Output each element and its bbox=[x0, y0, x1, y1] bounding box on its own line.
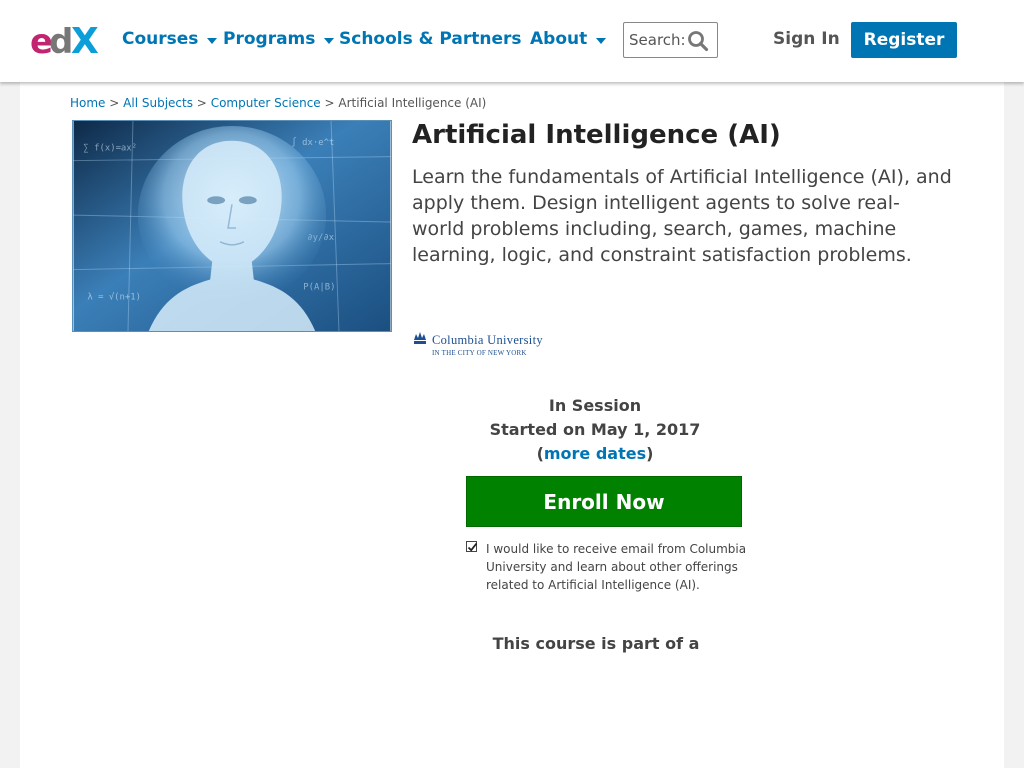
more-dates-open-paren: ( bbox=[536, 444, 544, 463]
breadcrumb-computer-science[interactable]: Computer Science bbox=[211, 96, 321, 110]
svg-text:λ = √(n+1): λ = √(n+1) bbox=[87, 291, 141, 302]
course-description: Learn the fundamentals of Artificial Int… bbox=[412, 166, 952, 266]
breadcrumb-all-subjects[interactable]: All Subjects bbox=[123, 96, 193, 110]
breadcrumb-current: Artificial Intelligence (AI) bbox=[338, 96, 487, 110]
email-consent-label: I would like to receive email from Colum… bbox=[486, 542, 747, 592]
chevron-down-icon bbox=[324, 38, 335, 44]
chevron-down-icon bbox=[207, 38, 218, 44]
edx-logo[interactable]: e d X bbox=[30, 20, 108, 60]
enroll-now-button[interactable]: Enroll Now bbox=[466, 476, 742, 527]
session-start-date: Started on May 1, 2017 bbox=[489, 420, 701, 439]
nav-schools-partners-label: Schools & Partners bbox=[339, 29, 522, 49]
register-button[interactable]: Register bbox=[851, 22, 957, 58]
session-info: In Session Started on May 1, 2017 (more … bbox=[470, 394, 720, 466]
nav-programs-label: Programs bbox=[223, 29, 316, 49]
search-label: Search: bbox=[629, 31, 686, 49]
svg-text:P(A|B): P(A|B) bbox=[303, 282, 335, 292]
school-name: Columbia University bbox=[432, 333, 543, 347]
sign-in-link[interactable]: Sign In bbox=[773, 29, 840, 49]
email-consent-checkbox[interactable] bbox=[466, 541, 478, 552]
search-icon[interactable] bbox=[687, 30, 709, 52]
svg-text:∑ f(x)=ax²: ∑ f(x)=ax² bbox=[83, 144, 137, 154]
nav-courses-label: Courses bbox=[122, 29, 199, 49]
more-dates-row: (more dates) bbox=[470, 442, 720, 466]
chevron-down-icon bbox=[596, 38, 607, 44]
breadcrumb-separator: > bbox=[196, 96, 207, 110]
program-membership-text: This course is part of a bbox=[492, 634, 700, 653]
course-content: Home > All Subjects > Computer Science >… bbox=[20, 82, 1004, 768]
nav-schools-partners[interactable]: Schools & Partners bbox=[339, 29, 522, 49]
more-dates-close-paren: ) bbox=[646, 444, 654, 463]
breadcrumb-separator: > bbox=[109, 96, 120, 110]
site-header: e d X Courses Programs Schools & Partner… bbox=[0, 0, 1024, 82]
svg-text:∫ dx·e^t: ∫ dx·e^t bbox=[291, 137, 334, 148]
checkmark-icon bbox=[467, 542, 478, 552]
breadcrumb-separator: > bbox=[324, 96, 335, 110]
nav-about[interactable]: About bbox=[530, 29, 607, 49]
svg-text:X: X bbox=[71, 21, 99, 60]
columbia-university-logo[interactable]: Columbia University IN THE CITY OF NEW Y… bbox=[412, 330, 572, 358]
nav-programs[interactable]: Programs bbox=[223, 29, 335, 49]
search-input[interactable]: Search: bbox=[623, 22, 718, 58]
course-hero-image: ∑ f(x)=ax² ∫ dx·e^t λ = √(n+1) P(A|B) ∂y… bbox=[72, 120, 392, 332]
breadcrumb: Home > All Subjects > Computer Science >… bbox=[70, 96, 486, 110]
session-status: In Session bbox=[548, 396, 642, 415]
course-title: Artificial Intelligence (AI) bbox=[412, 120, 781, 150]
more-dates-link[interactable]: more dates bbox=[544, 444, 646, 463]
nav-about-label: About bbox=[530, 29, 588, 49]
nav-courses[interactable]: Courses bbox=[122, 29, 218, 49]
svg-text:d: d bbox=[49, 22, 73, 60]
school-tagline: IN THE CITY OF NEW YORK bbox=[432, 349, 527, 357]
breadcrumb-home[interactable]: Home bbox=[70, 96, 105, 110]
